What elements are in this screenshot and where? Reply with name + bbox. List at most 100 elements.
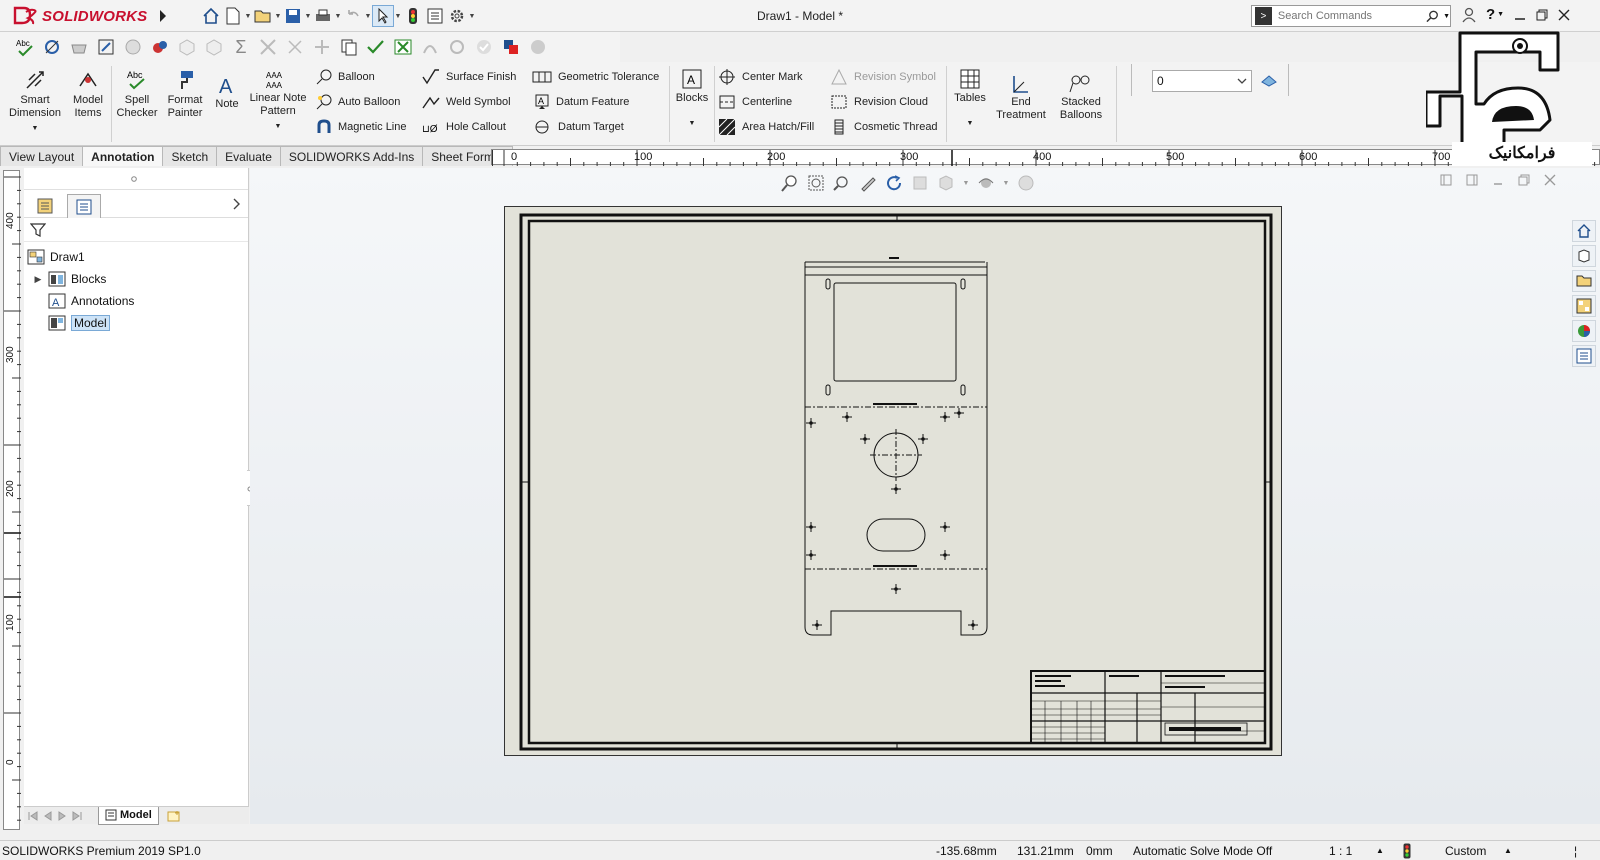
blocks-button[interactable]: A Blocks ▼: [672, 68, 712, 130]
rebuild-icon[interactable]: [402, 5, 424, 27]
print-icon[interactable]: [312, 5, 334, 27]
model-items-button[interactable]: Model Items: [68, 68, 108, 120]
select-dropdown-icon[interactable]: ▼: [394, 5, 402, 27]
property-manager-tab[interactable]: [67, 194, 101, 218]
copy-icon[interactable]: [338, 36, 360, 58]
appearances-scenes-icon[interactable]: [1572, 320, 1596, 342]
view-orientation-icon[interactable]: [910, 173, 930, 193]
appearance-icon[interactable]: [149, 36, 171, 58]
add-sheet-icon[interactable]: [167, 810, 183, 822]
scale-up-arrow-icon[interactable]: ▲: [1376, 846, 1384, 855]
status-resize-grip-icon[interactable]: ¦: [1574, 844, 1577, 858]
flow-icon[interactable]: [446, 36, 468, 58]
status-unit-system[interactable]: Custom: [1445, 844, 1486, 858]
status-sheet-scale[interactable]: 1 : 1: [1329, 844, 1352, 858]
format-painter-button[interactable]: Format Painter: [162, 68, 208, 120]
mates-icon[interactable]: [311, 36, 333, 58]
design-library-icon[interactable]: [1572, 245, 1596, 267]
sketch-icon[interactable]: [95, 36, 117, 58]
tab-solidworks-add-ins[interactable]: SOLIDWORKS Add-Ins: [279, 146, 424, 166]
home-icon[interactable]: [200, 5, 222, 27]
sketch-pencil-icon[interactable]: [858, 173, 878, 193]
panel-grip-icon[interactable]: [131, 176, 137, 182]
previous-view-icon[interactable]: [832, 173, 852, 193]
magnetic-line-button[interactable]: Magnetic Line: [316, 116, 407, 138]
assembly-icon[interactable]: [203, 36, 225, 58]
tab-annotation[interactable]: Annotation: [82, 146, 164, 166]
graphics-area[interactable]: ▼ ▼: [250, 168, 1600, 824]
file-properties-icon[interactable]: [424, 5, 446, 27]
linear-note-pattern-button[interactable]: AAA AAA Linear Note Pattern ▼: [246, 68, 310, 133]
open-folder-icon[interactable]: [252, 5, 274, 27]
user-account-icon[interactable]: [1462, 7, 1476, 23]
excel-export-icon[interactable]: [392, 36, 414, 58]
select-arrow-icon[interactable]: [372, 5, 394, 27]
display-style-dropdown-icon[interactable]: ▼: [962, 173, 970, 193]
help-dropdown-icon[interactable]: ▼: [1497, 11, 1504, 18]
hole-callout-button[interactable]: ⊔Ø Hole Callout: [422, 116, 506, 138]
rebuild-status-icon[interactable]: [1403, 843, 1411, 859]
solidworks-resources-icon[interactable]: [1572, 220, 1596, 242]
undo-icon[interactable]: [342, 5, 364, 27]
surface-finish-button[interactable]: Surface Finish: [422, 66, 516, 88]
print-dropdown-icon[interactable]: ▼: [334, 5, 342, 27]
tab-evaluate[interactable]: Evaluate: [216, 146, 281, 166]
tree-item-blocks[interactable]: ▶ Blocks: [24, 268, 248, 290]
tables-button[interactable]: Tables ▼: [950, 68, 990, 130]
options-dropdown-icon[interactable]: ▼: [468, 5, 476, 27]
measure-icon[interactable]: [41, 36, 63, 58]
weld-symbol-button[interactable]: Weld Symbol: [422, 91, 511, 113]
note-button[interactable]: A Note: [210, 74, 244, 111]
status-solve-mode[interactable]: Automatic Solve Mode Off: [1133, 844, 1272, 858]
chevron-right-icon[interactable]: [232, 198, 240, 210]
undo-dropdown-icon[interactable]: ▼: [364, 5, 372, 27]
geometric-tolerance-button[interactable]: Geometric Tolerance: [532, 66, 659, 88]
tree-item-annotations[interactable]: A Annotations: [24, 290, 248, 312]
sheet-tab-model[interactable]: Model: [98, 806, 159, 825]
smart-dimension-dropdown-icon[interactable]: ▼: [6, 122, 64, 135]
datum-target-button[interactable]: Datum Target: [534, 116, 624, 138]
check-icon[interactable]: [365, 36, 387, 58]
sensor-icon[interactable]: [257, 36, 279, 58]
area-hatch-fill-button[interactable]: Area Hatch/Fill: [718, 116, 814, 138]
tile-right-icon[interactable]: [1466, 174, 1478, 186]
stacked-balloons-button[interactable]: Stacked Balloons: [1050, 74, 1112, 122]
viewport-minimize-icon[interactable]: [1492, 174, 1504, 186]
drawing-sheet[interactable]: [504, 206, 1282, 756]
explode-icon[interactable]: [284, 36, 306, 58]
new-dropdown-icon[interactable]: ▼: [244, 5, 252, 27]
verify-icon[interactable]: [473, 36, 495, 58]
datum-feature-button[interactable]: A Datum Feature: [534, 91, 629, 113]
display-style-icon[interactable]: [936, 173, 956, 193]
open-dropdown-icon[interactable]: ▼: [274, 5, 282, 27]
part-icon[interactable]: [176, 36, 198, 58]
tab-sketch[interactable]: Sketch: [162, 146, 218, 166]
revision-cloud-button[interactable]: Revision Cloud: [830, 91, 928, 113]
tables-dropdown-icon[interactable]: ▼: [950, 117, 990, 130]
zoom-to-fit-icon[interactable]: [780, 173, 800, 193]
tab-view-layout[interactable]: View Layout: [0, 146, 84, 166]
hide-show-dropdown-icon[interactable]: ▼: [1002, 173, 1010, 193]
search-input[interactable]: [1277, 10, 1418, 22]
units-up-arrow-icon[interactable]: ▲: [1504, 846, 1512, 855]
section-icon[interactable]: [122, 36, 144, 58]
cosmetic-thread-button[interactable]: Cosmetic Thread: [830, 116, 938, 138]
feature-manager-tab[interactable]: [28, 194, 62, 218]
save-dropdown-icon[interactable]: ▼: [304, 5, 312, 27]
save-icon[interactable]: [282, 5, 304, 27]
zoom-to-area-icon[interactable]: [806, 173, 826, 193]
search-icon[interactable]: [1426, 9, 1439, 23]
hide-show-items-icon[interactable]: [976, 173, 996, 193]
costing-icon[interactable]: [527, 36, 549, 58]
custom-properties-icon[interactable]: [1572, 345, 1596, 367]
close-icon[interactable]: [1558, 9, 1570, 21]
blocks-dropdown-icon[interactable]: ▼: [672, 117, 712, 130]
sigma-icon[interactable]: Σ: [230, 36, 252, 58]
tree-item-draw1[interactable]: Draw1: [24, 246, 248, 268]
spell-checker-button[interactable]: Abc Spell Checker: [114, 68, 160, 120]
expand-arrow-icon[interactable]: ▶: [32, 274, 44, 285]
search-dropdown-icon[interactable]: ▼: [1443, 13, 1450, 20]
linear-note-pattern-dropdown-icon[interactable]: ▼: [246, 120, 310, 133]
center-mark-button[interactable]: Center Mark: [718, 66, 803, 88]
layer-select[interactable]: 0: [1152, 70, 1252, 92]
